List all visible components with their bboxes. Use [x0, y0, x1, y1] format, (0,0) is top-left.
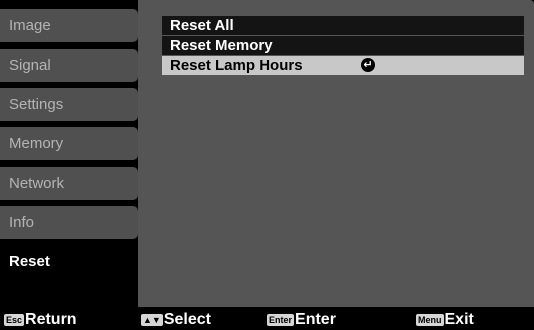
sidebar-item-label: Info — [9, 214, 35, 231]
menu-key-icon: Menu — [416, 314, 444, 326]
reset-memory-item[interactable]: Reset Memory — [162, 36, 524, 55]
sidebar-item-memory[interactable]: Memory — [0, 127, 138, 160]
sidebar-item-reset[interactable]: Reset — [0, 245, 150, 278]
enter-key-icon: Enter — [267, 314, 295, 326]
sidebar-item-label: Signal — [9, 57, 51, 74]
select-hint[interactable]: ▲▼ Select — [141, 311, 211, 329]
sidebar-item-settings[interactable]: Settings — [0, 88, 138, 121]
menu-item-label: Reset Lamp Hours — [170, 57, 303, 74]
sidebar-item-label: Settings — [9, 96, 64, 113]
sidebar-item-signal[interactable]: Signal — [0, 49, 138, 82]
sidebar-item-network[interactable]: Network — [0, 167, 138, 200]
sidebar-item-label: Memory — [9, 135, 64, 152]
updown-key-icon: ▲▼ — [141, 314, 163, 326]
reset-panel: Reset All Reset Memory Reset Lamp Hours … — [138, 0, 534, 307]
sidebar: Image Signal Settings Memory Network Inf… — [0, 0, 150, 310]
sidebar-item-label: Network — [9, 175, 65, 192]
hint-label: Enter — [295, 311, 336, 328]
sidebar-item-label: Image — [9, 17, 51, 34]
enter-hint[interactable]: Enter Enter — [267, 311, 336, 329]
exit-hint[interactable]: Menu Exit — [416, 311, 474, 329]
hint-label: Select — [163, 311, 211, 328]
hint-label: Exit — [444, 311, 474, 328]
esc-key-icon: Esc — [4, 314, 25, 326]
sidebar-item-info[interactable]: Info — [0, 206, 138, 239]
reset-all-item[interactable]: Reset All — [162, 16, 524, 35]
enter-icon: ↵ — [361, 58, 375, 72]
hint-label: Return — [25, 311, 77, 328]
menu-item-label: Reset All — [170, 17, 234, 34]
menu-item-label: Reset Memory — [170, 37, 273, 54]
footer-hints: Esc Return ▲▼ Select Enter Enter Menu Ex… — [0, 310, 534, 330]
reset-lamp-hours-item[interactable]: Reset Lamp Hours ↵ — [162, 56, 524, 75]
return-hint[interactable]: Esc Return — [4, 311, 77, 329]
sidebar-item-label: Reset — [9, 253, 50, 270]
sidebar-item-image[interactable]: Image — [0, 9, 138, 42]
